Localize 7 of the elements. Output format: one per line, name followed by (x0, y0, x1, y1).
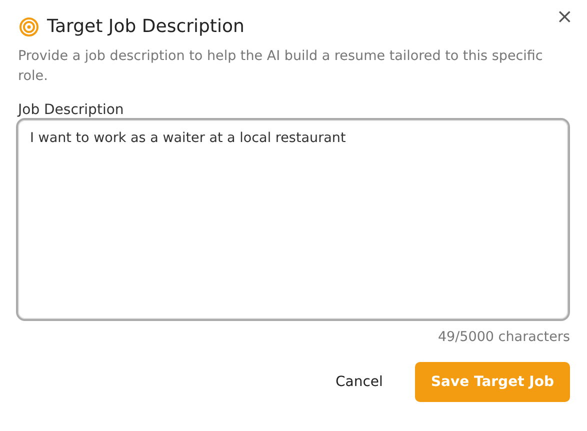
dialog-title: Target Job Description (47, 16, 244, 37)
target-icon (19, 16, 39, 36)
field-label: Job Description (18, 102, 125, 118)
close-button[interactable]: × (554, 4, 575, 28)
character-counter: 49/5000 characters (438, 329, 570, 345)
job-description-field[interactable]: I want to work as a waiter at a local restaurant (16, 118, 570, 321)
dialog-description: Provide a job description to help the AI build a resume tailored to this specific role. (18, 47, 544, 86)
